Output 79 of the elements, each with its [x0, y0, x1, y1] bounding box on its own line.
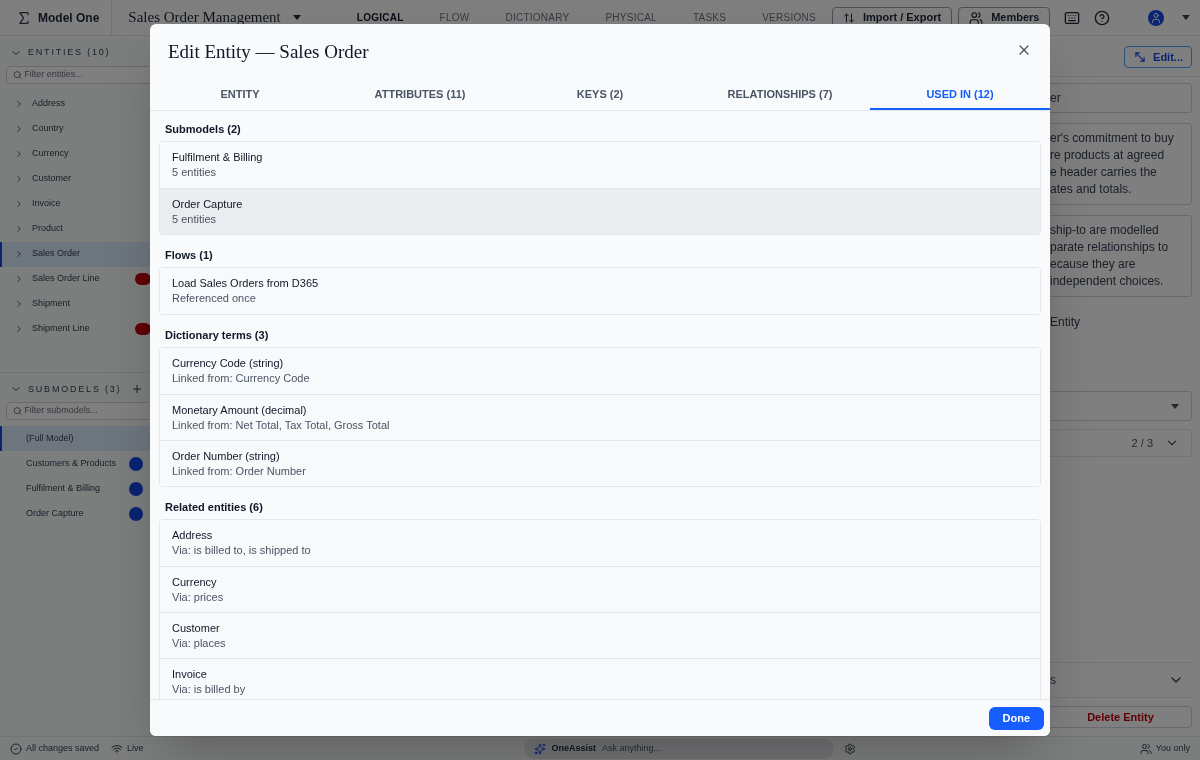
- entity-item[interactable]: Customer: [0, 166, 159, 192]
- delete-entity-button[interactable]: Delete Entity: [1050, 706, 1192, 728]
- submodel-item[interactable]: Fulfilment & Billing: [0, 476, 159, 501]
- nav-tab[interactable]: VERSIONS: [746, 10, 832, 25]
- sparkle-icon: [533, 742, 546, 755]
- section-title: s: [1050, 672, 1056, 689]
- section-heading: Flows (1): [164, 248, 214, 263]
- dialog-tab[interactable]: RELATIONSHIPS (7): [690, 80, 870, 110]
- chevron-right-icon[interactable]: [14, 174, 24, 184]
- chevron-right-icon[interactable]: [14, 199, 24, 209]
- pager-text: 2 / 3: [1131, 435, 1153, 451]
- nav-tab[interactable]: PHYSICAL: [589, 10, 673, 25]
- section-header: SUBMODELS (3): [28, 382, 123, 396]
- name-field[interactable]: er: [1050, 83, 1192, 113]
- submodel-item[interactable]: Order Capture: [0, 501, 159, 526]
- chevron-right-icon[interactable]: [14, 149, 24, 159]
- people-icon: [1139, 742, 1152, 755]
- arrows-icon: [842, 11, 855, 24]
- edit-button[interactable]: Edit...: [1124, 46, 1192, 68]
- keyboard-icon[interactable]: [1064, 9, 1081, 26]
- logo-icon: [16, 9, 32, 26]
- assistant-input[interactable]: Ask anything...: [602, 741, 824, 756]
- chevron-right-icon[interactable]: [14, 124, 24, 134]
- dialog-tab[interactable]: ATTRIBUTES (11): [330, 80, 510, 110]
- entity-item[interactable]: Sales Order Line: [0, 266, 159, 292]
- chevron-right-icon[interactable]: [14, 99, 24, 109]
- entity-item[interactable]: Country: [0, 116, 159, 142]
- resize-icon: [1133, 50, 1148, 64]
- nav-tab[interactable]: TASKS: [676, 10, 743, 25]
- settings-icon[interactable]: [843, 742, 856, 755]
- dialog-tab[interactable]: KEYS (2): [510, 80, 690, 110]
- caret-icon: [292, 15, 301, 20]
- usage-row[interactable]: Order Capture 5 entities: [160, 188, 1040, 234]
- assistant-bar[interactable]: OneAssist Ask anything...: [523, 738, 834, 759]
- chevron-right-icon[interactable]: [14, 224, 24, 234]
- chevron-right-icon[interactable]: [14, 324, 24, 334]
- dropdown-field[interactable]: [1050, 391, 1192, 421]
- nav-tab[interactable]: FLOW: [423, 10, 486, 25]
- field-label: Entity: [1050, 314, 1081, 331]
- done-button[interactable]: Done: [988, 706, 1044, 730]
- entity-item[interactable]: Shipment: [0, 291, 159, 317]
- entity-item[interactable]: Shipment Line: [0, 316, 159, 342]
- entity-item[interactable]: Currency: [0, 141, 159, 167]
- chevron-right-icon[interactable]: [14, 249, 24, 259]
- people-icon: [969, 10, 984, 25]
- nav-tab[interactable]: DICTIONARY: [489, 10, 586, 25]
- assistant-label: OneAssist: [551, 741, 597, 755]
- chevron-right-icon[interactable]: [14, 299, 24, 309]
- account-caret-icon: [1182, 15, 1191, 20]
- app-name: Model One: [38, 9, 100, 27]
- save-status: All changes saved: [26, 741, 100, 755]
- project-selector[interactable]: Sales Order Management: [112, 6, 317, 29]
- section-header: ENTITIES (10): [28, 46, 111, 59]
- live-status: Live: [127, 741, 144, 755]
- entity-filter-input[interactable]: Filter entities...: [24, 67, 146, 82]
- section-heading: Submodels (2): [164, 122, 242, 137]
- entity-item[interactable]: Invoice: [0, 191, 159, 217]
- section-heading: Dictionary terms (3): [164, 328, 270, 343]
- submodel-item[interactable]: Customers & Products: [0, 451, 159, 476]
- usage-row[interactable]: Order Number (string) Linked from: Order Number: [160, 440, 1040, 486]
- dialog-tab[interactable]: USED IN (12): [870, 80, 1050, 110]
- chevron-right-icon[interactable]: [14, 274, 24, 284]
- usage-row[interactable]: Load Sales Orders from D365 Referenced once: [160, 268, 1040, 314]
- sharing-status: You only: [1155, 741, 1190, 755]
- submodel-filter-input[interactable]: Filter submodels...: [24, 404, 146, 418]
- check-icon: [10, 742, 22, 755]
- submodel-filter-field[interactable]: Filter submodels...: [6, 402, 153, 420]
- caret-icon: [1171, 403, 1179, 409]
- help-icon[interactable]: [1094, 9, 1111, 26]
- add-icon[interactable]: [131, 383, 143, 396]
- nav-tab[interactable]: LOGICAL: [340, 10, 420, 25]
- section-heading: Related entities (6): [164, 500, 264, 515]
- entity-item[interactable]: Product: [0, 216, 159, 242]
- dialog-title: Edit Entity — Sales Order: [168, 40, 369, 64]
- search-icon: [13, 69, 23, 80]
- wifi-icon: [111, 742, 124, 755]
- entity-filter-field[interactable]: Filter entities...: [6, 65, 153, 84]
- search-icon: [13, 406, 23, 416]
- avatar-icon[interactable]: [1148, 9, 1165, 26]
